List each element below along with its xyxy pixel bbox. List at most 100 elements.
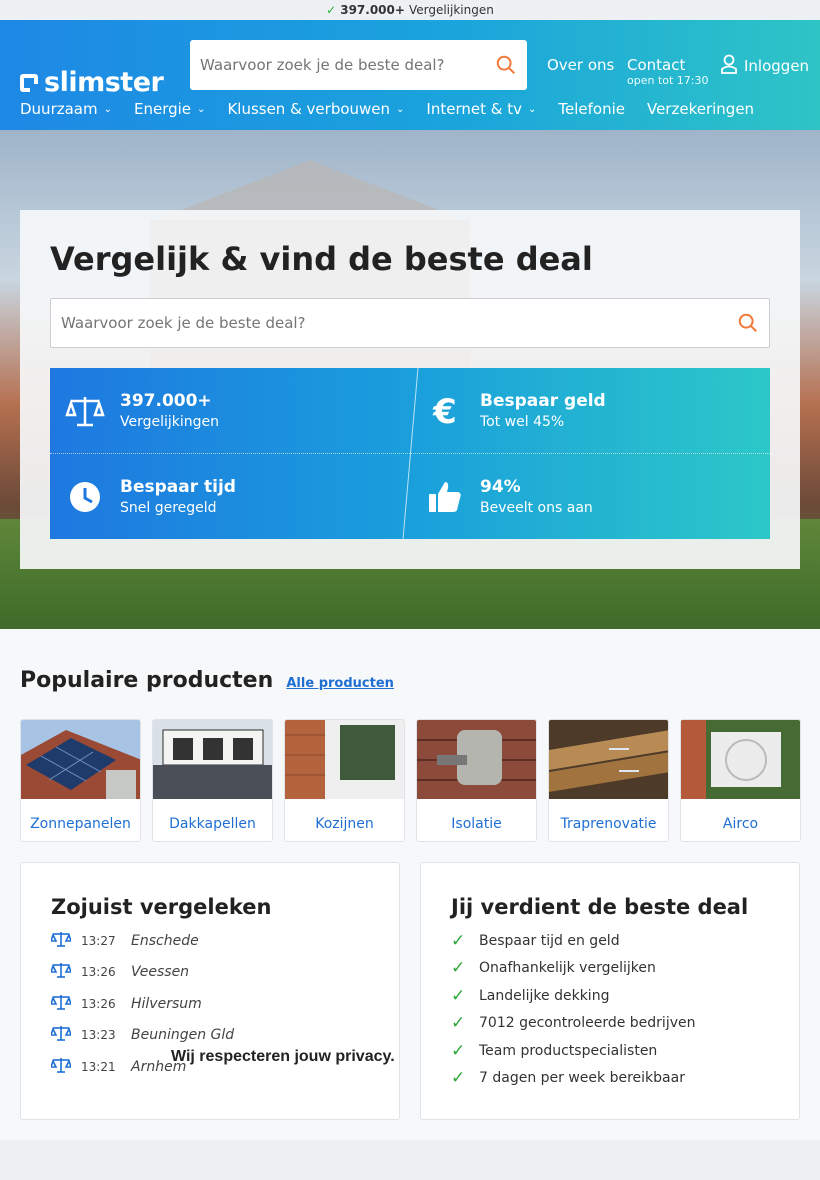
check-icon: ✓ [451,958,466,978]
popular-title: Populaire producten [20,668,274,693]
search-icon[interactable] [495,54,517,76]
logo[interactable]: slimster [20,67,164,98]
product-card-zonnepanelen[interactable]: Zonnepanelen [20,719,141,842]
header-search [190,40,527,90]
product-card-kozijnen[interactable]: Kozijnen [284,719,405,842]
benefit-label: Landelijke dekking [479,988,610,1004]
benefit-item: ✓ 7012 gecontroleerde bedrijven [451,1012,696,1034]
popular-heading: Populaire producten Alle producten [20,668,394,693]
product-label: Traprenovatie [560,816,657,832]
nav-item-verzekeringen[interactable]: Verzekeringen [647,100,754,118]
recent-time: 13:26 [81,965,116,979]
recent-city: Hilversum [131,996,202,1012]
logo-icon [20,73,38,92]
recent-item: 13:26 Veessen [49,961,190,983]
dormer-image [153,720,272,799]
scale-icon [49,1056,73,1078]
top-stats-bar: ✓ 397.000+ Vergelijkingen [0,0,820,20]
product-label: Zonnepanelen [30,816,131,832]
recent-item: 13:23 Beuningen Gld [49,1024,234,1046]
product-label: Kozijnen [315,816,374,832]
site-header: slimster Over ons Contact open tot 17:30… [0,20,820,130]
contact-link[interactable]: Contact [627,56,685,74]
benefit-label: Onafhankelijk vergelijken [479,960,656,976]
nav-item-internet-tv[interactable]: Internet & tv ⌄ [426,100,536,118]
recent-item: 13:26 Hilversum [49,993,202,1015]
check-icon: ✓ [451,1013,466,1033]
recent-time: 13:23 [81,1028,116,1042]
euro-icon: € [410,391,480,431]
scale-icon [49,930,73,952]
chevron-down-icon: ⌄ [197,103,206,115]
solar-panel-image [21,720,140,799]
login-label: Inloggen [744,57,810,75]
hero-search-input[interactable] [61,314,737,332]
nav-item-label: Energie [134,100,192,118]
main-nav: Duurzaam ⌄ Energie ⌄ Klussen & verbouwen ⌄ Int… [20,100,776,118]
search-icon[interactable] [737,312,759,334]
check-icon: ✓ [451,931,466,951]
about-link[interactable]: Over ons [547,56,614,74]
top-stats-label: Vergelijkingen [408,3,494,17]
product-label: Isolatie [451,816,502,832]
usp-save-money: € Bespaar geld Tot wel 45% [410,368,740,453]
benefit-item: ✓ Onafhankelijk vergelijken [451,957,656,979]
recent-time: 13:27 [81,934,116,948]
nav-item-label: Klussen & verbouwen [227,100,391,118]
usp-subtitle: Vergelijkingen [120,414,220,430]
recent-city: Enschede [131,933,199,949]
stairs-image [549,720,668,799]
nav-item-telefonie[interactable]: Telefonie [558,100,625,118]
hero-search [50,298,770,348]
nav-item-energie[interactable]: Energie ⌄ [134,100,205,118]
usp-title: Bespaar tijd [120,477,236,497]
chevron-down-icon: ⌄ [103,103,112,115]
recent-time: 13:21 [81,1060,116,1074]
clock-icon [50,477,120,517]
usp-save-time: Bespaar tijd Snel geregeld [50,454,380,539]
check-icon: ✓ [326,3,337,17]
nav-item-klussen-verbouwen[interactable]: Klussen & verbouwen ⌄ [227,100,404,118]
recent-city: Veessen [131,964,190,980]
recent-item: 13:21 Arnhem [49,1056,186,1078]
product-card-airco[interactable]: Airco [680,719,801,842]
product-card-traprenovatie[interactable]: Traprenovatie [548,719,669,842]
benefit-item: ✓ Bespaar tijd en geld [451,930,620,952]
user-icon [720,54,738,78]
nav-item-label: Internet & tv [426,100,522,118]
nav-item-duurzaam[interactable]: Duurzaam ⌄ [20,100,112,118]
scale-icon [49,993,73,1015]
benefit-label: 7012 gecontroleerde bedrijven [479,1015,696,1031]
hero-card: Vergelijk & vind de beste deal 397.000+ … [20,210,800,569]
usp-subtitle: Snel geregeld [120,500,217,516]
hero-title: Vergelijk & vind de beste deal [50,240,593,278]
benefit-item: ✓ Team productspecialisten [451,1040,657,1062]
benefit-item: ✓ 7 dagen per week bereikbaar [451,1067,685,1089]
scale-icon [49,1024,73,1046]
hero: Vergelijk & vind de beste deal 397.000+ … [0,130,820,629]
usp-subtitle: Tot wel 45% [480,414,565,430]
product-list: Zonnepanelen Dakkapellen Kozijnen Isolat… [20,719,801,842]
product-card-isolatie[interactable]: Isolatie [416,719,537,842]
recent-comparisons-card: Zojuist vergeleken 13:27 Enschede 13:26 Vee… [20,862,400,1120]
nav-item-label: Verzekeringen [646,100,755,118]
thumbs-up-icon [410,477,480,517]
product-label: Airco [722,816,759,832]
login-button[interactable]: Inloggen [720,54,809,78]
benefit-label: Team productspecialisten [479,1043,658,1059]
window-frame-image [285,720,404,799]
check-icon: ✓ [451,1041,466,1061]
scale-icon [49,961,73,983]
benefit-item: ✓ Landelijke dekking [451,985,609,1007]
contact-hours: open tot 17:30 [627,74,709,87]
header-search-input[interactable] [200,56,495,74]
usp-subtitle: Beveelt ons aan [480,500,593,516]
privacy-notice[interactable]: Wij respecteren jouw privacy. [171,1048,395,1066]
benefits-card: Jij verdient de beste deal ✓ Bespaar tijd… [420,862,800,1120]
all-products-link[interactable]: Alle producten [286,676,394,691]
air-conditioner-image [681,720,800,799]
nav-item-label: Telefonie [558,100,625,118]
product-card-dakkapellen[interactable]: Dakkapellen [152,719,273,842]
usp-recommend: 94% Beveelt ons aan [410,454,740,539]
svg-text:€: € [432,392,457,431]
